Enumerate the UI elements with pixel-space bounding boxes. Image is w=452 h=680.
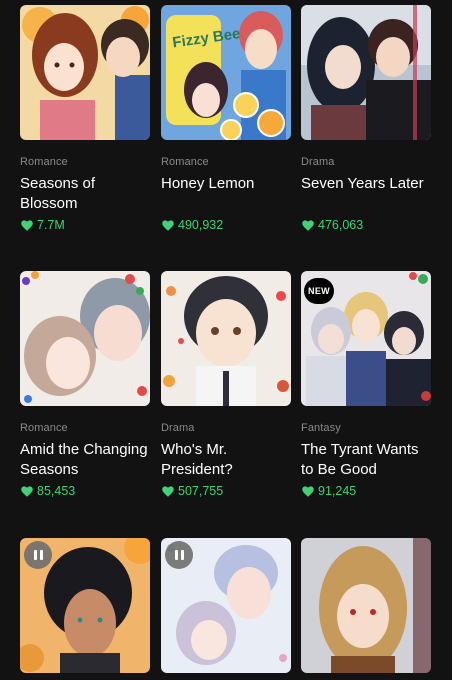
series-card-amid-the-changing-seasons[interactable]: [20, 271, 152, 406]
heart-icon: [162, 219, 174, 231]
pause-icon: [174, 550, 178, 560]
cover-whos-mr-president[interactable]: [161, 271, 291, 406]
series-card-row3-2[interactable]: [161, 538, 293, 673]
series-card-row3-3[interactable]: [301, 538, 433, 673]
cover-art: [20, 271, 150, 406]
series-title[interactable]: Seasons of Blossom: [20, 174, 130, 214]
likes-count: 85,453: [21, 484, 75, 498]
heart-icon: [302, 219, 314, 231]
cover-art: [20, 5, 150, 140]
heart-icon: [302, 485, 314, 497]
likes-count: 7.7M: [21, 218, 65, 232]
likes-count: 490,932: [162, 218, 223, 232]
series-title[interactable]: Amid the Changing Seasons: [20, 440, 155, 480]
likes-value: 476,063: [318, 218, 364, 232]
cover-seasons-of-blossom[interactable]: [20, 5, 150, 140]
cover-amid-the-changing-seasons[interactable]: [20, 271, 150, 406]
cover-row3-1[interactable]: [20, 538, 150, 673]
heart-icon: [162, 485, 174, 497]
likes-count: 507,755: [162, 484, 223, 498]
series-card-row3-1[interactable]: [20, 538, 152, 673]
paused-badge: [24, 541, 52, 569]
genre-label: Romance: [20, 156, 68, 168]
cover-art: Fizzy Bee: [161, 5, 291, 140]
cover-art: [301, 5, 431, 140]
cover-row3-3[interactable]: [301, 538, 431, 673]
series-card-seasons-of-blossom[interactable]: [20, 5, 152, 140]
series-title[interactable]: Seven Years Later: [301, 174, 451, 194]
genre-label: Romance: [20, 422, 68, 434]
cover-row3-2[interactable]: [161, 538, 291, 673]
likes-count: 476,063: [302, 218, 363, 232]
series-card-honey-lemon[interactable]: Fizzy Bee: [161, 5, 293, 140]
cover-the-tyrant-wants-to-be-good[interactable]: NEW: [301, 271, 431, 406]
genre-label: Drama: [161, 422, 195, 434]
series-title[interactable]: Who's Mr. President?: [161, 440, 261, 480]
likes-value: 85,453: [37, 484, 76, 498]
paused-badge: [165, 541, 193, 569]
pause-icon: [33, 550, 37, 560]
cover-art: [301, 538, 431, 673]
genre-label: Fantasy: [301, 422, 341, 434]
likes-value: 490,932: [178, 218, 224, 232]
heart-icon: [21, 219, 33, 231]
likes-value: 91,245: [318, 484, 357, 498]
series-title[interactable]: Honey Lemon: [161, 174, 311, 194]
cover-honey-lemon[interactable]: Fizzy Bee: [161, 5, 291, 140]
new-badge: NEW: [304, 278, 334, 304]
series-title[interactable]: The Tyrant Wants to Be Good: [301, 440, 426, 480]
cover-seven-years-later[interactable]: [301, 5, 431, 140]
likes-value: 507,755: [178, 484, 224, 498]
series-card-the-tyrant-wants-to-be-good[interactable]: NEW: [301, 271, 433, 406]
genre-label: Drama: [301, 156, 335, 168]
series-card-seven-years-later[interactable]: [301, 5, 433, 140]
heart-icon: [21, 485, 33, 497]
series-grid: Romance Seasons of Blossom 7.7M Fizzy Be…: [0, 0, 452, 680]
series-card-whos-mr-president[interactable]: [161, 271, 293, 406]
likes-count: 91,245: [302, 484, 356, 498]
genre-label: Romance: [161, 156, 209, 168]
cover-art: [161, 271, 291, 406]
likes-value: 7.7M: [37, 218, 65, 232]
